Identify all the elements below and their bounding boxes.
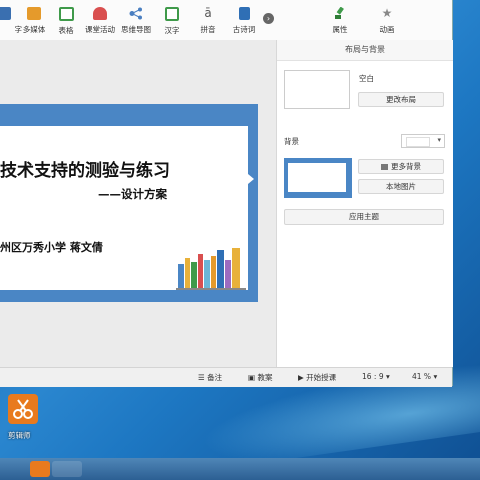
toolbar-mindmap-button[interactable]: 思维导图 bbox=[118, 7, 154, 35]
slide-workspace: 技术支持的测验与练习 ——设计方案 州区万秀小学 蒋文倩 bbox=[0, 40, 276, 367]
play-icon: ▶ bbox=[298, 373, 304, 382]
apply-theme-button[interactable]: 应用主题 bbox=[284, 209, 444, 225]
toolbar-label: 汉字 bbox=[164, 26, 180, 35]
toolbar-label: 属性 bbox=[332, 25, 348, 34]
status-bar: ☰ 备注 ▣ 教案 ▶ 开始授课 16 : 9 ▾ 41 % ▾ bbox=[0, 367, 452, 387]
layout-name: 空白 bbox=[359, 74, 374, 83]
toolbar-poem-button[interactable]: 古诗词 bbox=[226, 7, 262, 35]
local-image-button[interactable]: 本地图片 bbox=[358, 179, 444, 194]
star-icon: ★ bbox=[381, 6, 393, 20]
ratio-select[interactable]: 16 : 9 ▾ bbox=[362, 372, 390, 381]
start-teaching-button[interactable]: ▶ 开始授课 bbox=[298, 372, 336, 383]
background-label: 背景 bbox=[284, 137, 299, 146]
activity-icon bbox=[93, 7, 107, 20]
ratio-value: 16 : 9 bbox=[362, 372, 384, 381]
hanzi-icon bbox=[165, 7, 179, 21]
layout-background-panel: 布局与背景 空白 更改布局 背景 ▾ 更多背景 本地图片 应用主题 bbox=[276, 40, 453, 367]
taskbar-app-icon[interactable] bbox=[30, 461, 50, 477]
mindmap-icon bbox=[129, 7, 142, 20]
toolbar-label: 表格 bbox=[58, 26, 74, 35]
ribbon-toolbar: 字 多媒体 表格 课堂活动 思维导图 汉字 ā 拼音 古诗词 › 属性 ★ 动画 bbox=[0, 0, 452, 41]
zoom-select[interactable]: 41 % ▾ bbox=[412, 372, 437, 381]
background-thumbnail[interactable] bbox=[284, 158, 352, 198]
toolbar-multimedia-button[interactable]: 多媒体 bbox=[16, 7, 52, 35]
courseware-button[interactable]: ▣ 教案 bbox=[248, 372, 272, 383]
panel-title: 布局与背景 bbox=[277, 40, 453, 61]
toolbar-label: 课堂活动 bbox=[85, 25, 115, 34]
toolbar-hanzi-button[interactable]: 汉字 bbox=[154, 7, 190, 36]
toolbar-label: 古诗词 bbox=[232, 25, 256, 34]
notes-button[interactable]: ☰ 备注 bbox=[198, 372, 222, 383]
table-icon bbox=[58, 7, 74, 21]
slide-next-arrow-icon[interactable] bbox=[248, 174, 254, 184]
color-swatch bbox=[406, 137, 430, 147]
toolbar-table-button[interactable]: 表格 bbox=[48, 7, 84, 36]
background-color-select[interactable]: ▾ bbox=[401, 134, 445, 148]
pinyin-icon: ā bbox=[204, 6, 212, 20]
zoom-value: 41 % bbox=[412, 372, 432, 381]
courseware-label: 教案 bbox=[257, 373, 273, 382]
scissors-icon bbox=[13, 399, 33, 419]
more-backgrounds-button[interactable]: 更多背景 bbox=[358, 159, 444, 174]
multimedia-icon bbox=[27, 7, 41, 20]
toolbar-pinyin-button[interactable]: ā 拼音 bbox=[190, 7, 226, 35]
toolbar-properties-button[interactable]: 属性 bbox=[322, 7, 358, 35]
layout-thumbnail[interactable] bbox=[284, 70, 350, 109]
books-illustration bbox=[176, 248, 246, 290]
more-backgrounds-label: 更多背景 bbox=[391, 162, 421, 171]
chevron-down-icon: ▾ bbox=[437, 136, 441, 144]
slide-title[interactable]: 技术支持的测验与练习 bbox=[0, 156, 170, 181]
background-preview bbox=[288, 163, 346, 192]
toolbar-more-icon[interactable]: › bbox=[263, 13, 274, 24]
paint-icon bbox=[335, 7, 344, 19]
slide-subtitle[interactable]: ——设计方案 bbox=[98, 186, 167, 202]
app-window: 字 多媒体 表格 课堂活动 思维导图 汉字 ā 拼音 古诗词 › 属性 ★ 动画… bbox=[0, 0, 453, 387]
slide-content-area: 技术支持的测验与练习 ——设计方案 州区万秀小学 蒋文倩 bbox=[0, 126, 248, 290]
notes-label: 备注 bbox=[207, 373, 223, 382]
toolbar-animation-button[interactable]: ★ 动画 bbox=[369, 7, 405, 35]
start-label: 开始授课 bbox=[306, 373, 337, 382]
taskbar bbox=[0, 458, 480, 480]
slide-canvas[interactable]: 技术支持的测验与练习 ——设计方案 州区万秀小学 蒋文倩 bbox=[0, 104, 258, 302]
taskbar-app-tab[interactable] bbox=[52, 461, 82, 477]
shortcut-label: 剪辑师 bbox=[8, 431, 31, 440]
poem-icon bbox=[238, 7, 250, 20]
image-icon bbox=[381, 164, 388, 170]
change-layout-button[interactable]: 更改布局 bbox=[358, 92, 444, 107]
toolbar-activity-button[interactable]: 课堂活动 bbox=[82, 7, 118, 35]
text-icon bbox=[0, 7, 11, 20]
slide-author[interactable]: 州区万秀小学 蒋文倩 bbox=[0, 239, 103, 255]
toolbar-label: 多媒体 bbox=[22, 25, 46, 34]
toolbar-label: 拼音 bbox=[200, 25, 216, 34]
toolbar-label: 思维导图 bbox=[121, 25, 151, 34]
toolbar-label: 动画 bbox=[379, 25, 395, 34]
shortcut-icon[interactable] bbox=[8, 394, 38, 424]
